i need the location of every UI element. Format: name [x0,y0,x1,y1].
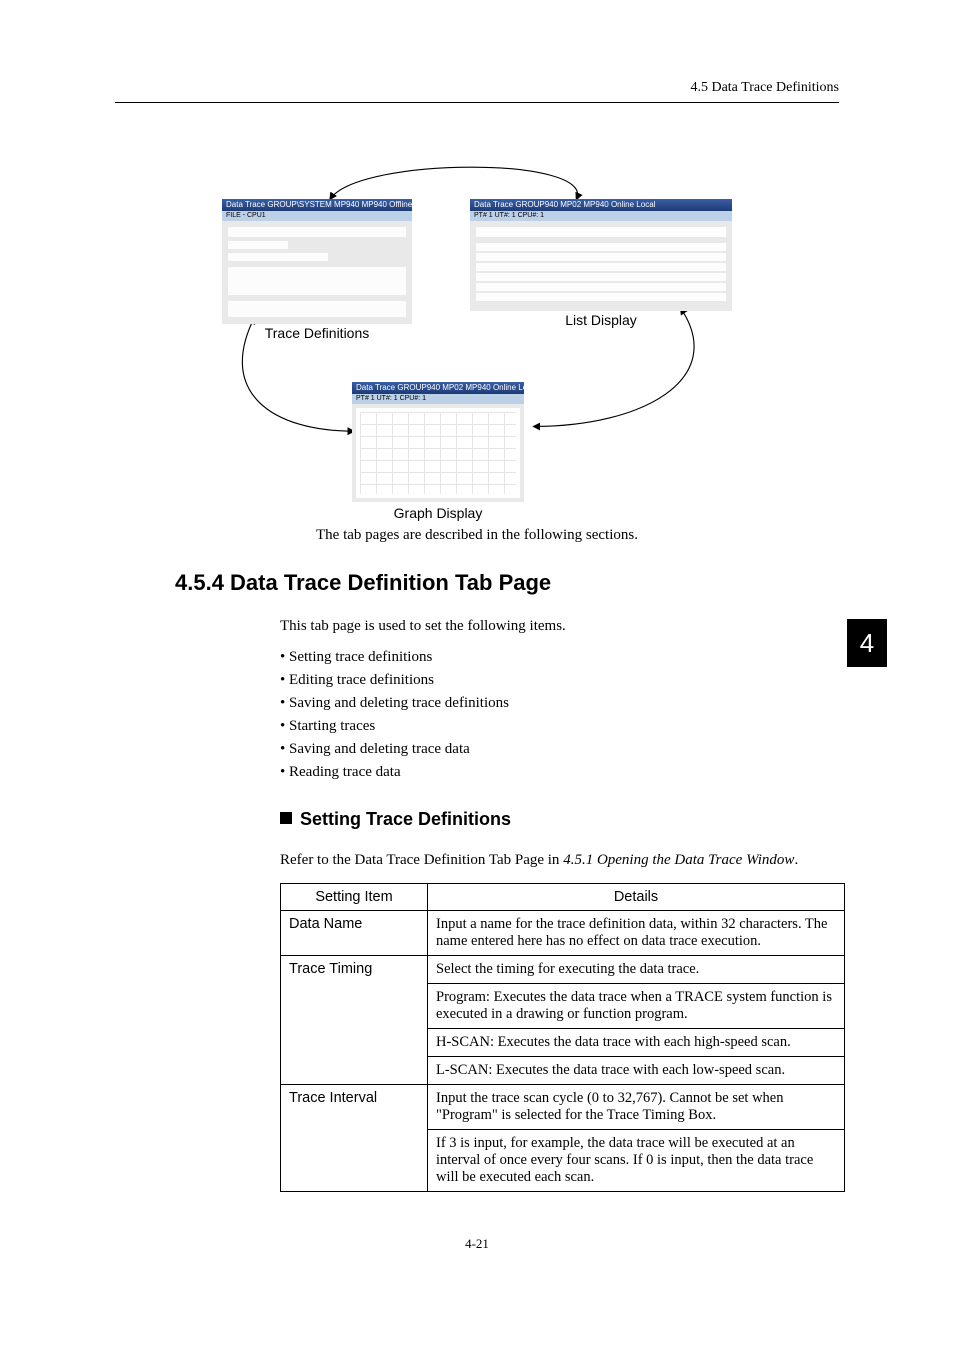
setting-item-details: H-SCAN: Executes the data trace with eac… [428,1029,845,1057]
chapter-tab: 4 [847,619,887,667]
table-row: Trace Interval Input the trace scan cycl… [281,1085,845,1130]
settings-table: Setting Item Details Data Name Input a n… [280,883,845,1192]
setting-item-label: Trace Interval [281,1085,428,1192]
caption-trace-definitions: Trace Definitions [222,325,412,341]
col-setting-item: Setting Item [281,884,428,911]
setting-item-details: L-SCAN: Executes the data trace with eac… [428,1057,845,1085]
window-title: Data Trace GROUP940 MP02 MP940 Online Lo… [470,199,732,211]
bullet-item: Editing trace definitions [280,672,839,689]
setting-item-label: Data Name [281,911,428,956]
caption-graph-display: Graph Display [352,505,524,521]
heading-setting-trace-definitions: Setting Trace Definitions [280,809,839,830]
table-row: Trace Timing Select the timing for execu… [281,956,845,984]
tab-page-intro: This tab page is used to set the followi… [280,618,839,635]
list-display-thumbnail: Data Trace GROUP940 MP02 MP940 Online Lo… [470,199,732,311]
bullet-item: Saving and deleting trace data [280,741,839,758]
bullet-item: Starting traces [280,718,839,735]
table-row: Data Name Input a name for the trace def… [281,911,845,956]
tabs-description: The tab pages are described in the follo… [115,527,839,544]
window-subtitle: FILE - CPU1 [222,211,412,221]
caption-list-display: List Display [470,312,732,328]
setting-item-details: Input the trace scan cycle (0 to 32,767)… [428,1085,845,1130]
heading-4-5-4: 4.5.4 Data Trace Definition Tab Page [175,570,839,596]
cross-reference: 4.5.1 Opening the Data Trace Window [563,852,794,868]
square-bullet-icon [280,812,292,824]
setting-item-details: If 3 is input, for example, the data tra… [428,1130,845,1192]
setting-item-details: Program: Executes the data trace when a … [428,984,845,1029]
col-details: Details [428,884,845,911]
page-number: 4-21 [115,1236,839,1252]
figure-tabs-diagram: Data Trace GROUP\SYSTEM MP940 MP940 Offl… [222,147,732,507]
bullet-item: Saving and deleting trace definitions [280,695,839,712]
page-header: 4.5 Data Trace Definitions [115,80,839,103]
window-subtitle: PT# 1 UT#: 1 CPU#: 1 [470,211,732,221]
bullet-item: Setting trace definitions [280,649,839,666]
window-title: Data Trace GROUP940 MP02 MP940 Online Lo… [352,382,524,394]
setting-item-details: Select the timing for executing the data… [428,956,845,984]
setting-item-label: Trace Timing [281,956,428,1085]
bullet-item: Reading trace data [280,764,839,781]
refer-paragraph: Refer to the Data Trace Definition Tab P… [280,852,839,869]
setting-item-details: Input a name for the trace definition da… [428,911,845,956]
trace-definitions-thumbnail: Data Trace GROUP\SYSTEM MP940 MP940 Offl… [222,199,412,324]
window-title: Data Trace GROUP\SYSTEM MP940 MP940 Offl… [222,199,412,211]
window-subtitle: PT# 1 UT#: 1 CPU#: 1 [352,394,524,404]
graph-display-thumbnail: Data Trace GROUP940 MP02 MP940 Online Lo… [352,382,524,502]
